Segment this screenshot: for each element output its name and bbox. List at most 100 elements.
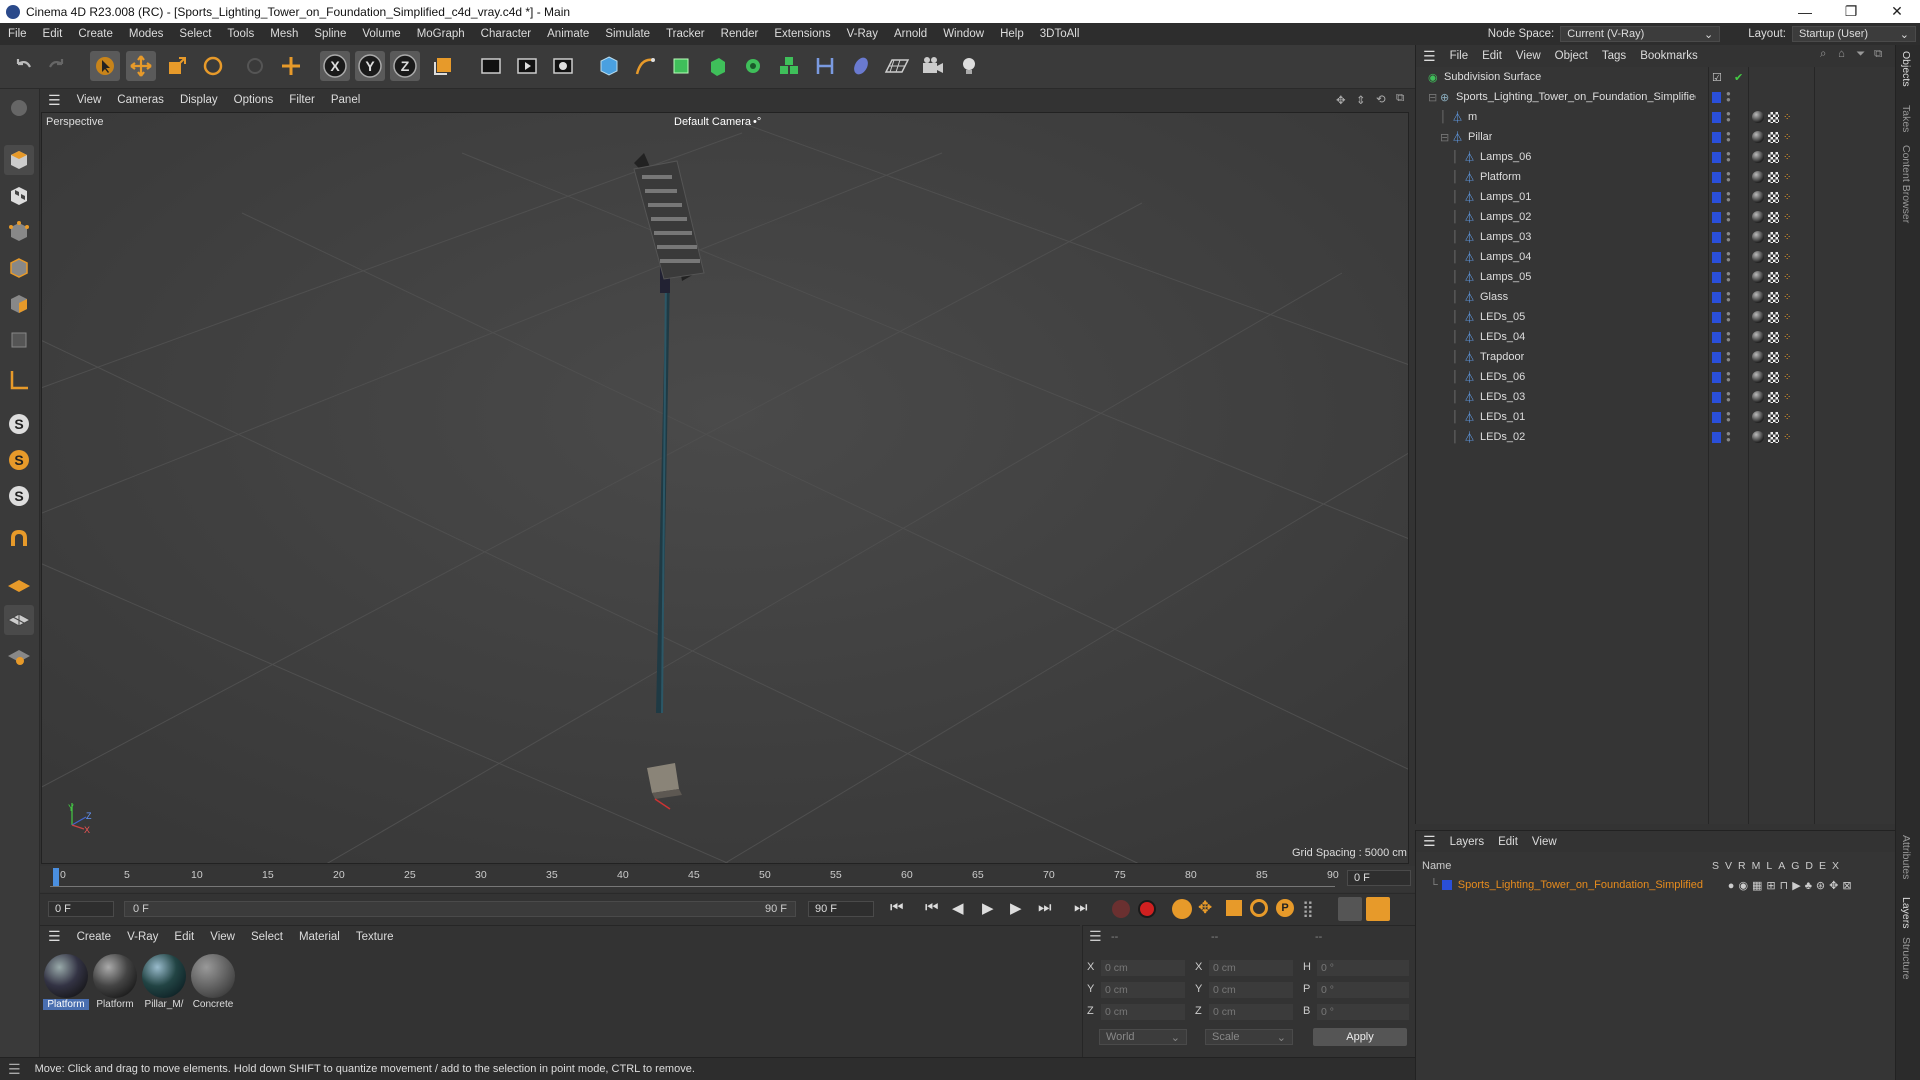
layer-color-swatch[interactable] (1712, 371, 1721, 383)
hamburger-icon[interactable]: ☰ (1416, 833, 1443, 850)
menu-mesh[interactable]: Mesh (262, 28, 306, 40)
object-name[interactable]: Lamps_06 (1480, 151, 1531, 163)
workplane-snap-icon[interactable]: S (4, 481, 34, 511)
menu-tracker[interactable]: Tracker (658, 28, 713, 40)
object-menu-object[interactable]: Object (1548, 50, 1595, 62)
visibility-dots-icon[interactable]: ● ● (1726, 290, 1731, 304)
object-name[interactable]: Lamps_03 (1480, 231, 1531, 243)
viewport-menu-filter[interactable]: Filter (281, 94, 323, 106)
layer-color-swatch[interactable] (1712, 151, 1721, 163)
menu-modes[interactable]: Modes (121, 28, 172, 40)
material-tag-icon[interactable] (1752, 371, 1764, 383)
object-menu-file[interactable]: File (1443, 50, 1476, 62)
scale-x-field[interactable]: 0 cm (1209, 960, 1293, 976)
layer-color-swatch[interactable] (1712, 131, 1721, 143)
menu-help[interactable]: Help (992, 28, 1032, 40)
key-selection-icon[interactable] (1172, 899, 1192, 919)
scale-tool-icon[interactable] (162, 51, 192, 81)
y-axis-lock-icon[interactable]: Y (355, 51, 385, 81)
node-space-dropdown[interactable]: Current (V-Ray) ⌄ (1560, 26, 1721, 42)
key-parameter-icon[interactable]: P (1276, 899, 1294, 917)
uvw-tag-icon[interactable] (1768, 431, 1779, 443)
object-row[interactable]: │ ⏃ LEDs_02 ● ● ⁘ (1416, 427, 1896, 447)
visibility-dots-icon[interactable]: ● ● (1726, 410, 1731, 424)
menu-tools[interactable]: Tools (219, 28, 262, 40)
object-menu-tags[interactable]: Tags (1595, 50, 1633, 62)
redo-icon[interactable] (42, 51, 72, 81)
layer-color-swatch[interactable] (1712, 311, 1721, 323)
uvw-tag-icon[interactable] (1768, 311, 1779, 323)
material-tag-icon[interactable] (1752, 171, 1764, 183)
layer-color-swatch[interactable] (1712, 291, 1721, 303)
material-tag-icon[interactable] (1752, 431, 1764, 443)
selection-tag-icon[interactable]: ⁘ (1783, 372, 1791, 383)
visibility-dots-icon[interactable]: ● ● (1726, 310, 1731, 324)
menu-character[interactable]: Character (473, 28, 540, 40)
layer-flag-icons[interactable]: ●◉▦⊞⊓▶♣⊛✥⊠ (1728, 879, 1856, 892)
tree-expander-icon[interactable]: │ (1452, 391, 1459, 403)
material-tag-icon[interactable] (1752, 111, 1764, 123)
object-name[interactable]: Lamps_05 (1480, 271, 1531, 283)
object-name[interactable]: LEDs_06 (1480, 371, 1525, 383)
material-swatch[interactable]: Concrete (190, 953, 236, 1013)
tab-objects[interactable]: Objects (1900, 51, 1912, 87)
object-row[interactable]: ⊟ ⏃ Pillar ● ● ⁘ (1416, 127, 1896, 147)
tree-expander-icon[interactable]: │ (1452, 371, 1459, 383)
pos-x-field[interactable]: 0 cm (1101, 960, 1185, 976)
viewport-menu-cameras[interactable]: Cameras (109, 94, 172, 106)
layer-color-swatch[interactable] (1441, 880, 1452, 890)
tree-expander-icon[interactable]: │ (1452, 311, 1459, 323)
current-frame-field[interactable]: 0 F (1347, 870, 1411, 886)
pos-y-field[interactable]: 0 cm (1101, 982, 1185, 998)
tree-expander-icon[interactable]: │ (1452, 231, 1459, 243)
visibility-dots-icon[interactable]: ● ● (1726, 270, 1731, 284)
selection-tag-icon[interactable]: ⁘ (1783, 292, 1791, 303)
scale-y-field[interactable]: 0 cm (1209, 982, 1293, 998)
tree-expander-icon[interactable]: │ (1452, 291, 1459, 303)
object-row[interactable]: │ ⏃ m ● ● ⁘ (1416, 107, 1896, 127)
selection-tag-icon[interactable]: ⁘ (1783, 112, 1791, 123)
material-tag-icon[interactable] (1752, 251, 1764, 263)
uvw-tag-icon[interactable] (1768, 231, 1779, 243)
record-keys-icon[interactable] (1112, 900, 1130, 918)
object-name[interactable]: LEDs_01 (1480, 411, 1525, 423)
object-row[interactable]: │ ⏃ Lamps_03 ● ● ⁘ (1416, 227, 1896, 247)
visibility-dots-icon[interactable]: ● ● (1726, 330, 1731, 344)
material-tag-icon[interactable] (1752, 131, 1764, 143)
visibility-dots-icon[interactable]: ● ● (1726, 250, 1731, 264)
uvw-tag-icon[interactable] (1768, 131, 1779, 143)
material-tag-icon[interactable] (1752, 151, 1764, 163)
object-row[interactable]: │ ⏃ Lamps_06 ● ● ⁘ (1416, 147, 1896, 167)
menu-render[interactable]: Render (713, 28, 767, 40)
object-row[interactable]: │ ⏃ Lamps_02 ● ● ⁘ (1416, 207, 1896, 227)
layer-row[interactable]: └ Sports_Lighting_Tower_on_Foundation_Si… (1416, 876, 1896, 894)
selection-tag-icon[interactable]: ⁘ (1783, 412, 1791, 423)
render-region-icon[interactable] (476, 51, 506, 81)
key-pla-icon[interactable]: ⣿ (1302, 899, 1314, 919)
material-tag-icon[interactable] (1752, 291, 1764, 303)
go-to-end-icon[interactable]: ⏭ (1074, 899, 1088, 916)
selection-tag-icon[interactable]: ⁘ (1783, 332, 1791, 343)
snap-icon[interactable]: S (4, 409, 34, 439)
extrude-generator-icon[interactable] (702, 51, 732, 81)
menu-animate[interactable]: Animate (539, 28, 597, 40)
live-selection-icon[interactable] (240, 51, 270, 81)
key-scale-icon[interactable] (1226, 900, 1242, 916)
floor-icon[interactable] (882, 51, 912, 81)
tree-expander-icon[interactable]: │ (1452, 411, 1459, 423)
preview-range-slider[interactable]: 0 F 90 F (124, 901, 796, 917)
visibility-dots-icon[interactable]: ● ● (1726, 230, 1731, 244)
uvw-tag-icon[interactable] (1768, 291, 1779, 303)
selection-tag-icon[interactable]: ⁘ (1783, 252, 1791, 263)
hamburger-icon[interactable]: ☰ (40, 928, 69, 945)
workplane-icon[interactable] (4, 569, 34, 599)
tree-expander-icon[interactable]: │ (1452, 251, 1459, 263)
home-icon[interactable]: ⌂ (1838, 48, 1845, 60)
material-menu-create[interactable]: Create (69, 931, 120, 943)
tab-takes[interactable]: Takes (1900, 105, 1912, 132)
material-tag-icon[interactable] (1752, 311, 1764, 323)
tab-content-browser[interactable]: Content Browser (1900, 145, 1912, 223)
menu-3dtoall[interactable]: 3DToAll (1032, 28, 1088, 40)
object-name[interactable]: Platform (1480, 171, 1521, 183)
tree-expander-icon[interactable]: │ (1452, 271, 1459, 283)
